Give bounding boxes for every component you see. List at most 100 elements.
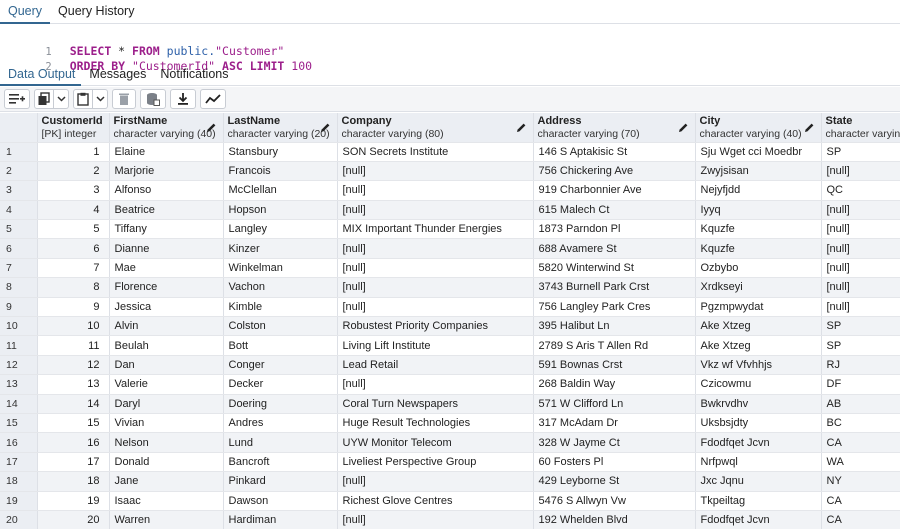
table-cell[interactable]: Daryl bbox=[109, 394, 224, 414]
table-cell[interactable]: Colston bbox=[223, 316, 338, 337]
table-cell[interactable]: SON Secrets Institute bbox=[337, 142, 534, 162]
table-cell[interactable]: Coral Turn Newspapers bbox=[337, 394, 534, 414]
table-row[interactable]: 9 9 Jessica Kimble [null] 756 Langley Park Cr… bbox=[0, 297, 900, 318]
table-row[interactable]: 2 2 Marjorie Francois [null] 756 Chickering A… bbox=[0, 161, 900, 182]
table-cell[interactable]: 7 bbox=[37, 258, 110, 279]
table-cell[interactable]: 2 bbox=[37, 161, 110, 182]
table-cell[interactable]: Bancroft bbox=[223, 452, 338, 473]
sql-editor[interactable]: 1 SELECT * FROM public."Customer" 2 ORDER … bbox=[0, 25, 900, 73]
table-cell[interactable]: Warren bbox=[109, 510, 224, 529]
table-cell[interactable]: SP bbox=[821, 142, 900, 162]
row-number[interactable]: 20 bbox=[0, 510, 38, 529]
table-cell[interactable]: 4 bbox=[37, 200, 110, 221]
table-cell[interactable]: Sju Wget cci Moedbr bbox=[695, 142, 822, 162]
row-number[interactable]: 2 bbox=[0, 161, 38, 182]
table-cell[interactable]: Dianne bbox=[109, 238, 224, 259]
table-row[interactable]: 3 3 Alfonso McClellan [null] 919 Charbonnier … bbox=[0, 180, 900, 201]
table-cell[interactable]: [null] bbox=[337, 180, 534, 201]
table-cell[interactable]: [null] bbox=[821, 297, 900, 318]
table-cell[interactable]: Dawson bbox=[223, 491, 338, 511]
table-cell[interactable]: Tkpeiltag bbox=[695, 491, 822, 511]
table-cell[interactable]: 688 Avamere St bbox=[533, 238, 696, 259]
table-cell[interactable]: 268 Baldin Way bbox=[533, 374, 696, 395]
table-cell[interactable]: Pgzmpwydat bbox=[695, 297, 822, 318]
table-row[interactable]: 14 14 Daryl Doering Coral Turn Newspapers 571… bbox=[0, 394, 900, 414]
table-cell[interactable]: 571 W Clifford Ln bbox=[533, 394, 696, 414]
row-number[interactable]: 16 bbox=[0, 432, 38, 453]
table-cell[interactable]: 1873 Parndon Pl bbox=[533, 219, 696, 240]
table-row[interactable]: 6 6 Dianne Kinzer [null] 688 Avamere St Kquzfe… bbox=[0, 238, 900, 259]
tab-query[interactable]: Query bbox=[0, 0, 51, 24]
table-row[interactable]: 11 11 Beulah Bott Living Lift Institute 2789 … bbox=[0, 335, 900, 356]
table-cell[interactable]: Valerie bbox=[109, 374, 224, 395]
table-cell[interactable]: [null] bbox=[337, 258, 534, 279]
table-cell[interactable]: Ozbybo bbox=[695, 258, 822, 279]
copy-options-dropdown[interactable] bbox=[54, 89, 69, 109]
table-cell[interactable]: [null] bbox=[337, 238, 534, 259]
table-cell[interactable]: Kinzer bbox=[223, 238, 338, 259]
table-cell[interactable]: [null] bbox=[337, 297, 534, 318]
row-number[interactable]: 17 bbox=[0, 452, 38, 473]
table-cell[interactable]: SP bbox=[821, 335, 900, 356]
table-cell[interactable]: Bwkrvdhv bbox=[695, 394, 822, 414]
table-cell[interactable]: Conger bbox=[223, 355, 338, 376]
table-cell[interactable]: 756 Chickering Ave bbox=[533, 161, 696, 182]
table-cell[interactable]: [null] bbox=[821, 200, 900, 221]
pencil-icon[interactable] bbox=[320, 122, 331, 133]
table-cell[interactable]: 60 Fosters Pl bbox=[533, 452, 696, 473]
download-button[interactable] bbox=[170, 89, 196, 109]
table-row[interactable]: 15 15 Vivian Andres Huge Result Technologies… bbox=[0, 413, 900, 434]
table-cell[interactable]: 11 bbox=[37, 335, 110, 356]
table-cell[interactable]: Alfonso bbox=[109, 180, 224, 201]
table-cell[interactable]: 2789 S Aris T Allen Rd bbox=[533, 335, 696, 356]
table-cell[interactable]: 192 Whelden Blvd bbox=[533, 510, 696, 529]
column-header-company[interactable]: Company character varying (80) bbox=[337, 113, 534, 143]
table-cell[interactable]: 756 Langley Park Cres bbox=[533, 297, 696, 318]
table-cell[interactable]: RJ bbox=[821, 355, 900, 376]
table-cell[interactable]: Winkelman bbox=[223, 258, 338, 279]
row-number[interactable]: 3 bbox=[0, 180, 38, 201]
row-number[interactable]: 14 bbox=[0, 394, 38, 414]
table-cell[interactable]: Doering bbox=[223, 394, 338, 414]
row-number[interactable]: 4 bbox=[0, 200, 38, 221]
table-cell[interactable]: [null] bbox=[337, 510, 534, 529]
table-row[interactable]: 4 4 Beatrice Hopson [null] 615 Malech Ct Iyyq[… bbox=[0, 200, 900, 221]
table-cell[interactable]: CA bbox=[821, 432, 900, 453]
table-cell[interactable]: Vachon bbox=[223, 277, 338, 298]
table-cell[interactable]: 3 bbox=[37, 180, 110, 201]
table-cell[interactable]: Fdodfqet Jcvn bbox=[695, 510, 822, 529]
tab-messages[interactable]: Messages bbox=[81, 64, 152, 86]
table-cell[interactable]: Jessica bbox=[109, 297, 224, 318]
table-cell[interactable]: Robustest Priority Companies bbox=[337, 316, 534, 337]
column-header-lastname[interactable]: LastName character varying (20) bbox=[223, 113, 338, 143]
table-cell[interactable]: Florence bbox=[109, 277, 224, 298]
row-number[interactable]: 9 bbox=[0, 297, 38, 318]
row-number[interactable]: 11 bbox=[0, 335, 38, 356]
table-cell[interactable]: Dan bbox=[109, 355, 224, 376]
tab-data-output[interactable]: Data Output bbox=[0, 64, 82, 86]
table-cell[interactable]: Liveliest Perspective Group bbox=[337, 452, 534, 473]
table-cell[interactable]: Jane bbox=[109, 471, 224, 492]
pencil-icon[interactable] bbox=[516, 122, 527, 133]
table-cell[interactable]: 13 bbox=[37, 374, 110, 395]
table-cell[interactable]: [null] bbox=[821, 161, 900, 182]
row-number[interactable]: 8 bbox=[0, 277, 38, 298]
table-cell[interactable]: Lead Retail bbox=[337, 355, 534, 376]
table-cell[interactable]: 20 bbox=[37, 510, 110, 529]
table-cell[interactable]: 3743 Burnell Park Crst bbox=[533, 277, 696, 298]
table-cell[interactable]: [null] bbox=[337, 161, 534, 182]
table-cell[interactable]: 6 bbox=[37, 238, 110, 259]
table-cell[interactable]: Elaine bbox=[109, 142, 224, 162]
tab-query-history[interactable]: Query History bbox=[50, 0, 142, 24]
table-cell[interactable]: Xrdkseyi bbox=[695, 277, 822, 298]
table-cell[interactable]: Zwyjsisan bbox=[695, 161, 822, 182]
table-cell[interactable]: Bott bbox=[223, 335, 338, 356]
table-cell[interactable]: Kimble bbox=[223, 297, 338, 318]
table-cell[interactable]: 9 bbox=[37, 297, 110, 318]
table-cell[interactable]: WA bbox=[821, 452, 900, 473]
table-cell[interactable]: 12 bbox=[37, 355, 110, 376]
copy-button[interactable] bbox=[34, 89, 54, 109]
table-cell[interactable]: Ake Xtzeg bbox=[695, 316, 822, 337]
table-cell[interactable]: CA bbox=[821, 491, 900, 511]
table-row[interactable]: 12 12 Dan Conger Lead Retail 591 Bownas Crst V… bbox=[0, 355, 900, 376]
